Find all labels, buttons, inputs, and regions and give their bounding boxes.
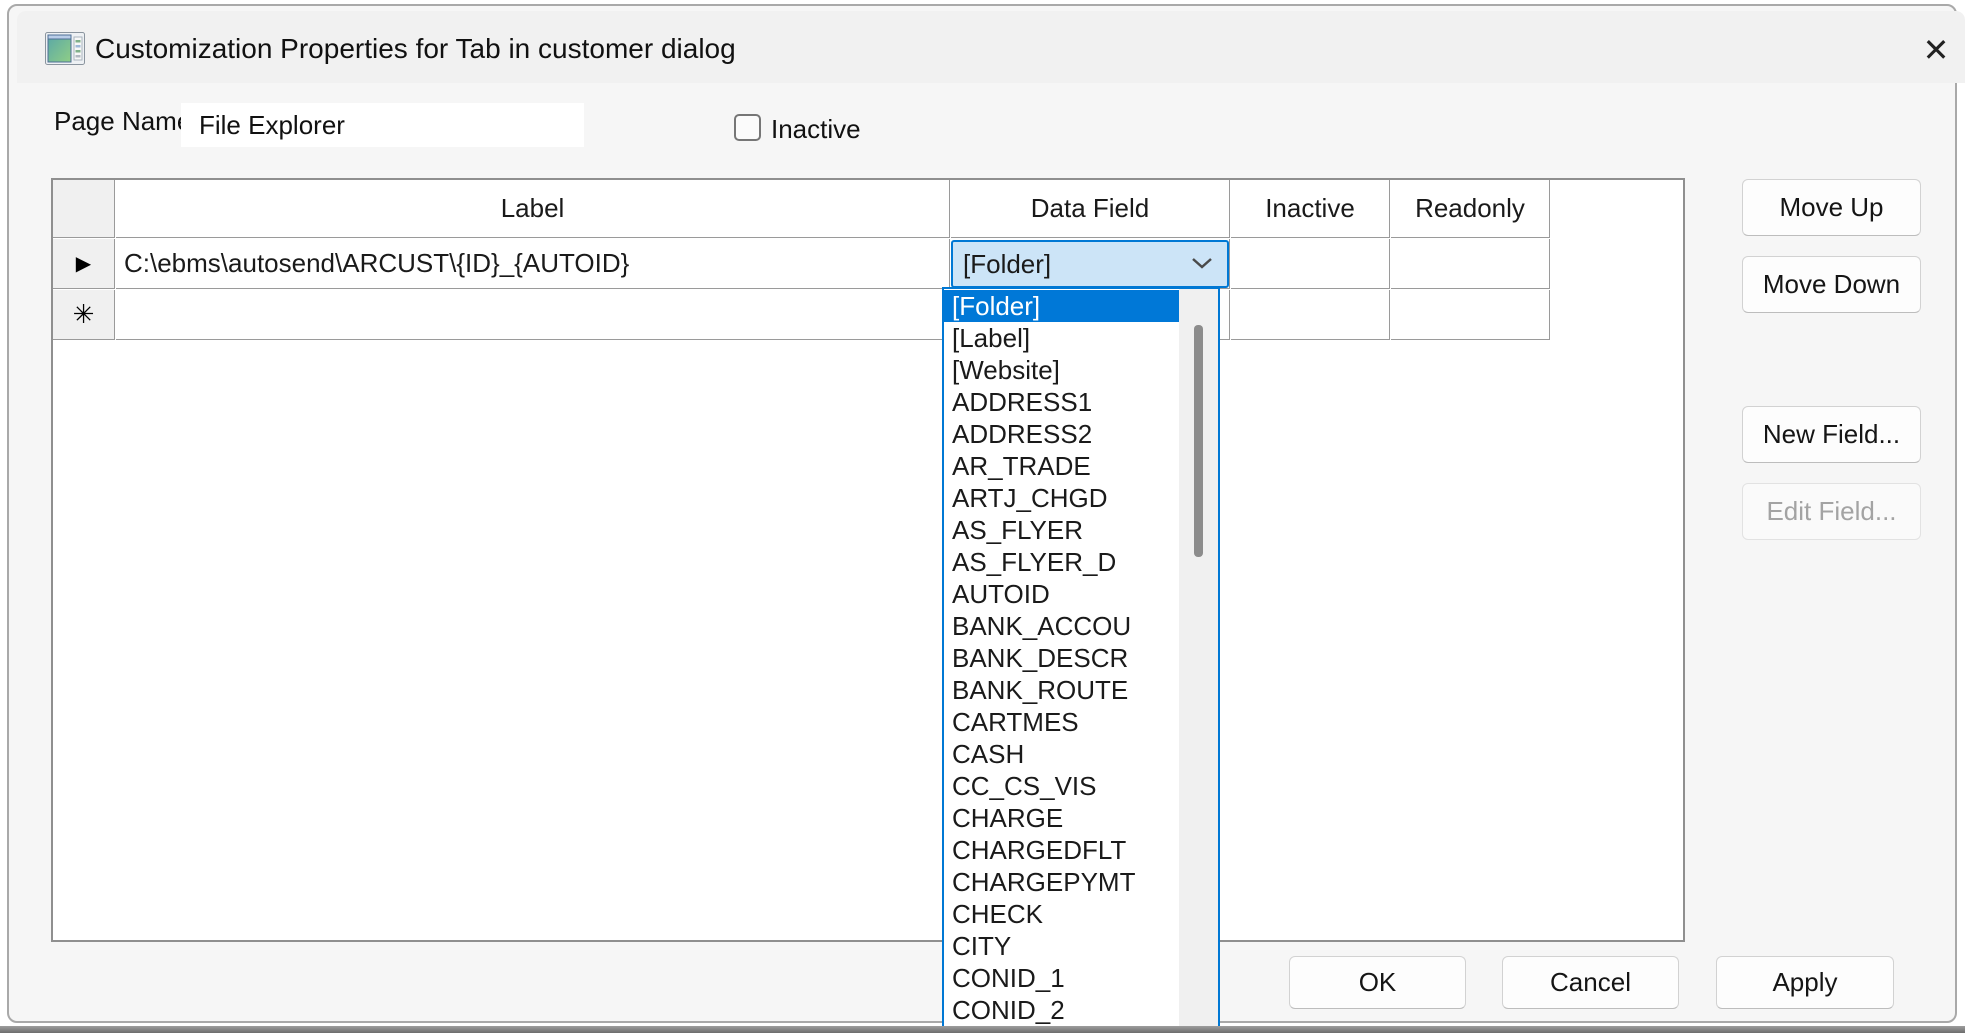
page-name-label: Page Name (54, 106, 191, 137)
cell-label-row1[interactable]: C:\ebms\autosend\ARCUST\{ID}_{AUTOID} (116, 239, 950, 289)
new-row-asterisk-icon: ✳ (73, 299, 95, 330)
cell-readonly-row2[interactable] (1391, 290, 1550, 340)
column-header-readonly[interactable]: Readonly (1391, 180, 1550, 238)
grid-corner-header (53, 180, 115, 238)
cell-label-row2[interactable] (116, 290, 950, 340)
dropdown-item[interactable]: CHECK (944, 898, 1179, 930)
column-header-data-field[interactable]: Data Field (951, 180, 1230, 238)
combobox-value: [Folder] (963, 249, 1051, 280)
cell-inactive-row2[interactable] (1231, 290, 1390, 340)
cell-inactive-row1[interactable] (1231, 239, 1390, 289)
move-up-button[interactable]: Move Up (1742, 179, 1921, 236)
data-field-combobox[interactable]: [Folder] (951, 240, 1229, 288)
screen-bottom-edge (0, 1026, 1965, 1033)
inactive-checkbox-label: Inactive (771, 114, 861, 145)
dropdown-item[interactable]: CC_CS_VIS (944, 770, 1179, 802)
column-header-label[interactable]: Label (116, 180, 950, 238)
dialog-screenshot: Customization Properties for Tab in cust… (0, 0, 1965, 1033)
data-field-dropdown-list: [Folder][Label][Website]ADDRESS1ADDRESS2… (942, 287, 1220, 1028)
ok-button[interactable]: OK (1289, 956, 1466, 1009)
dropdown-item[interactable]: ADDRESS2 (944, 418, 1179, 450)
dropdown-item[interactable]: CHARGE (944, 802, 1179, 834)
page-name-input[interactable] (181, 103, 584, 147)
dropdown-items: [Folder][Label][Website]ADDRESS1ADDRESS2… (944, 290, 1179, 1026)
dropdown-item[interactable]: BANK_ACCOU (944, 610, 1179, 642)
dropdown-item[interactable]: AS_FLYER (944, 514, 1179, 546)
window-title: Customization Properties for Tab in cust… (95, 33, 736, 65)
dropdown-item[interactable]: ADDRESS1 (944, 386, 1179, 418)
cancel-button[interactable]: Cancel (1502, 956, 1679, 1009)
new-field-button[interactable]: New Field... (1742, 406, 1921, 463)
dropdown-item[interactable]: [Folder] (944, 290, 1179, 322)
fields-grid: Label Data Field Inactive Readonly ▶ C:\… (51, 178, 1685, 942)
move-down-button[interactable]: Move Down (1742, 256, 1921, 313)
row-header-new[interactable]: ✳ (53, 290, 115, 340)
dropdown-scrollbar-thumb[interactable] (1194, 325, 1203, 557)
apply-button[interactable]: Apply (1716, 956, 1894, 1009)
dropdown-item[interactable]: CHARGEDFLT (944, 834, 1179, 866)
dropdown-item[interactable]: BANK_DESCR (944, 642, 1179, 674)
close-icon[interactable]: ✕ (1910, 25, 1962, 75)
dropdown-item[interactable]: CITY (944, 930, 1179, 962)
title-bar[interactable]: Customization Properties for Tab in cust… (17, 11, 1965, 83)
dropdown-item[interactable]: CHARGEPYMT (944, 866, 1179, 898)
row-header-current[interactable]: ▶ (53, 239, 115, 289)
dropdown-scrollbar[interactable] (1179, 289, 1218, 1026)
dropdown-item[interactable]: CASH (944, 738, 1179, 770)
column-header-inactive[interactable]: Inactive (1231, 180, 1390, 238)
dropdown-item[interactable]: AR_TRADE (944, 450, 1179, 482)
chevron-down-icon (1191, 256, 1213, 270)
dropdown-item[interactable]: AUTOID (944, 578, 1179, 610)
dialog-app-icon (45, 32, 85, 65)
dropdown-item[interactable]: CARTMES (944, 706, 1179, 738)
dropdown-item[interactable]: CONID_1 (944, 962, 1179, 994)
dropdown-item[interactable]: AS_FLYER_D (944, 546, 1179, 578)
cell-readonly-row1[interactable] (1391, 239, 1550, 289)
inactive-checkbox[interactable] (734, 114, 761, 141)
dropdown-item[interactable]: [Website] (944, 354, 1179, 386)
dropdown-item[interactable]: [Label] (944, 322, 1179, 354)
current-row-arrow-icon: ▶ (76, 251, 91, 276)
dropdown-item[interactable]: BANK_ROUTE (944, 674, 1179, 706)
dropdown-item[interactable]: CONID_2 (944, 994, 1179, 1026)
dropdown-item[interactable]: ARTJ_CHGD (944, 482, 1179, 514)
edit-field-button[interactable]: Edit Field... (1742, 483, 1921, 540)
